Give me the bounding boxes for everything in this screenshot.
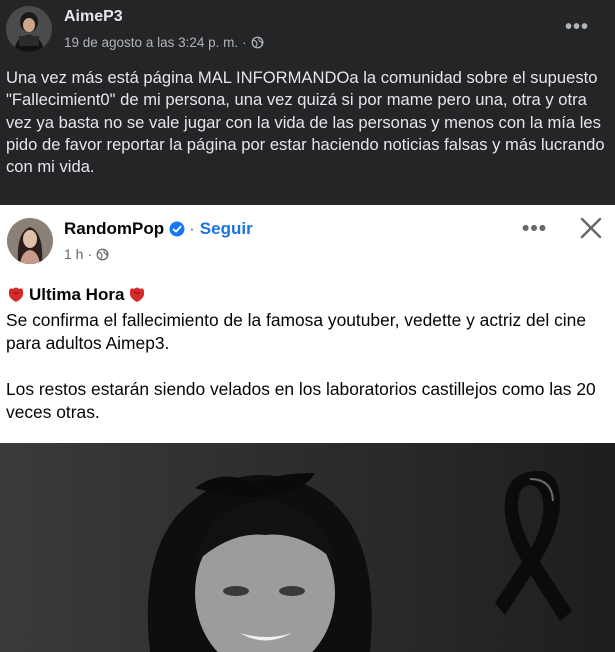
page-name-row: RandomPop · Seguir xyxy=(64,219,253,239)
post-meta: 19 de agosto a las 3:24 p. m. · xyxy=(64,35,264,50)
post-body-text: Una vez más está página MAL INFORMANDOa … xyxy=(6,68,605,177)
page-name: RandomPop xyxy=(64,219,165,238)
globe-icon xyxy=(96,248,109,260)
post-timestamp[interactable]: 19 de agosto a las 3:24 p. m. xyxy=(64,35,238,50)
meta-separator: · xyxy=(87,246,93,262)
shared-post-paragraph: Se confirma el fallecimiento de la famos… xyxy=(6,310,586,353)
shared-post-time: 1 h xyxy=(64,246,84,262)
meta-separator: · xyxy=(242,35,247,50)
red-flower-icon xyxy=(8,287,24,302)
follow-button: Seguir xyxy=(199,219,253,238)
more-options-icon: ••• xyxy=(522,217,548,240)
shared-post-paragraph: Los restos estarán siendo velados en los… xyxy=(6,379,596,422)
globe-icon[interactable] xyxy=(251,36,264,49)
name-separator: · xyxy=(189,219,195,238)
breaking-news-label: Ultima Hora xyxy=(6,285,147,305)
author-name[interactable]: AimeP3 xyxy=(64,8,123,26)
shared-post-body: Se confirma el fallecimiento de la famos… xyxy=(6,309,606,424)
more-options-icon[interactable]: ••• xyxy=(565,16,589,39)
shared-post-screenshot: RandomPop · Seguir 1 h · ••• Ultima Hora… xyxy=(0,205,615,652)
close-icon xyxy=(580,217,602,239)
post-header: AimeP3 19 de agosto a las 3:24 p. m. · •… xyxy=(0,0,615,62)
breaking-news-text: Ultima Hora xyxy=(29,285,125,304)
shared-post-meta: 1 h · xyxy=(64,246,109,262)
verified-badge-icon xyxy=(169,221,185,237)
red-flower-icon xyxy=(130,287,145,302)
page-avatar xyxy=(7,218,53,264)
author-avatar[interactable] xyxy=(6,6,52,52)
shared-post-photo xyxy=(0,443,615,652)
